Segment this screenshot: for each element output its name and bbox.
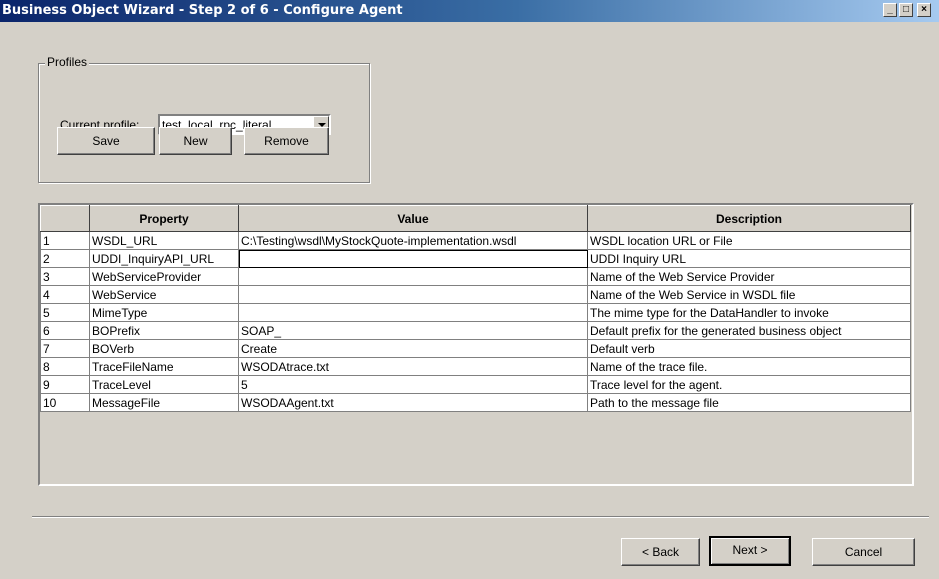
property-cell: TraceFileName [89, 357, 239, 376]
window-title: Business Object Wizard - Step 2 of 6 - C… [2, 3, 403, 18]
grid-header-row: Property Value Description [40, 205, 911, 232]
property-cell: MimeType [89, 303, 239, 322]
property-cell: MessageFile [89, 393, 239, 412]
table-row[interactable]: 3 WebServiceProvider Name of the Web Servi… [40, 267, 911, 286]
minimize-icon[interactable]: _ [883, 3, 897, 17]
table-row[interactable]: 1 WSDL_URL C:\Testing\wsdl\MyStockQuote-im… [40, 231, 911, 250]
value-column-header[interactable]: Value [238, 205, 588, 232]
value-cell[interactable] [238, 303, 588, 322]
property-cell: WebServiceProvider [89, 267, 239, 286]
value-cell[interactable] [238, 249, 588, 268]
description-cell: Default verb [587, 339, 911, 358]
description-cell: Name of the Web Service Provider [587, 267, 911, 286]
cancel-button[interactable]: Cancel [812, 538, 915, 566]
property-cell: BOPrefix [89, 321, 239, 340]
property-cell: WebService [89, 285, 239, 304]
row-number-cell: 4 [40, 285, 90, 304]
description-cell: WSDL location URL or File [587, 231, 911, 250]
table-row[interactable]: 10 MessageFile WSODAAgent.txt Path to the m… [40, 393, 911, 412]
value-cell[interactable]: WSODAtrace.txt [238, 357, 588, 376]
row-number-header[interactable] [40, 205, 90, 232]
property-cell: TraceLevel [89, 375, 239, 394]
profiles-group-label: Profiles [45, 55, 90, 69]
wizard-window: Business Object Wizard - Step 2 of 6 - C… [0, 0, 939, 579]
row-number-cell: 7 [40, 339, 90, 358]
value-cell[interactable]: SOAP_ [238, 321, 588, 340]
table-row[interactable]: 2 UDDI_InquiryAPI_URL UDDI Inquiry URL [40, 249, 911, 268]
value-cell[interactable]: WSODAAgent.txt [238, 393, 588, 412]
table-row[interactable]: 5 MimeType The mime type for the DataHandl… [40, 303, 911, 322]
row-number-cell: 8 [40, 357, 90, 376]
description-cell: Name of the trace file. [587, 357, 911, 376]
remove-button[interactable]: Remove [244, 127, 329, 155]
row-number-cell: 6 [40, 321, 90, 340]
table-row[interactable]: 8 TraceFileName WSODAtrace.txt Name of the … [40, 357, 911, 376]
new-button[interactable]: New [159, 127, 232, 155]
footer-separator [32, 516, 929, 518]
value-cell[interactable] [238, 285, 588, 304]
property-column-header[interactable]: Property [89, 205, 239, 232]
save-button[interactable]: Save [57, 127, 155, 155]
row-number-cell: 2 [40, 249, 90, 268]
table-row[interactable]: 6 BOPrefix SOAP_ Default prefix for the gen… [40, 321, 911, 340]
maximize-icon[interactable]: □ [899, 3, 913, 17]
description-cell: The mime type for the DataHandler to inv… [587, 303, 911, 322]
title-bar[interactable]: Business Object Wizard - Step 2 of 6 - C… [0, 0, 939, 22]
row-number-cell: 9 [40, 375, 90, 394]
description-cell: Name of the Web Service in WSDL file [587, 285, 911, 304]
row-number-cell: 5 [40, 303, 90, 322]
description-column-header[interactable]: Description [587, 205, 911, 232]
row-number-cell: 3 [40, 267, 90, 286]
back-button[interactable]: < Back [621, 538, 700, 566]
value-cell[interactable]: C:\Testing\wsdl\MyStockQuote-implementat… [238, 231, 588, 250]
properties-grid: Property Value Description 1 WSDL_URL C:\T… [40, 205, 911, 412]
description-cell: Default prefix for the generated busines… [587, 321, 911, 340]
row-number-cell: 10 [40, 393, 90, 412]
table-row[interactable]: 9 TraceLevel 5 Trace level for the agent. [40, 375, 911, 394]
close-icon[interactable]: × [917, 3, 931, 17]
property-cell: BOVerb [89, 339, 239, 358]
property-cell: WSDL_URL [89, 231, 239, 250]
table-row[interactable]: 4 WebService Name of the Web Service in WS… [40, 285, 911, 304]
next-button[interactable]: Next > [709, 536, 791, 566]
description-cell: Trace level for the agent. [587, 375, 911, 394]
value-cell[interactable]: 5 [238, 375, 588, 394]
description-cell: Path to the message file [587, 393, 911, 412]
table-row[interactable]: 7 BOVerb Create Default verb [40, 339, 911, 358]
description-cell: UDDI Inquiry URL [587, 249, 911, 268]
row-number-cell: 1 [40, 231, 90, 250]
value-cell[interactable]: Create [238, 339, 588, 358]
value-cell[interactable] [238, 267, 588, 286]
property-cell: UDDI_InquiryAPI_URL [89, 249, 239, 268]
